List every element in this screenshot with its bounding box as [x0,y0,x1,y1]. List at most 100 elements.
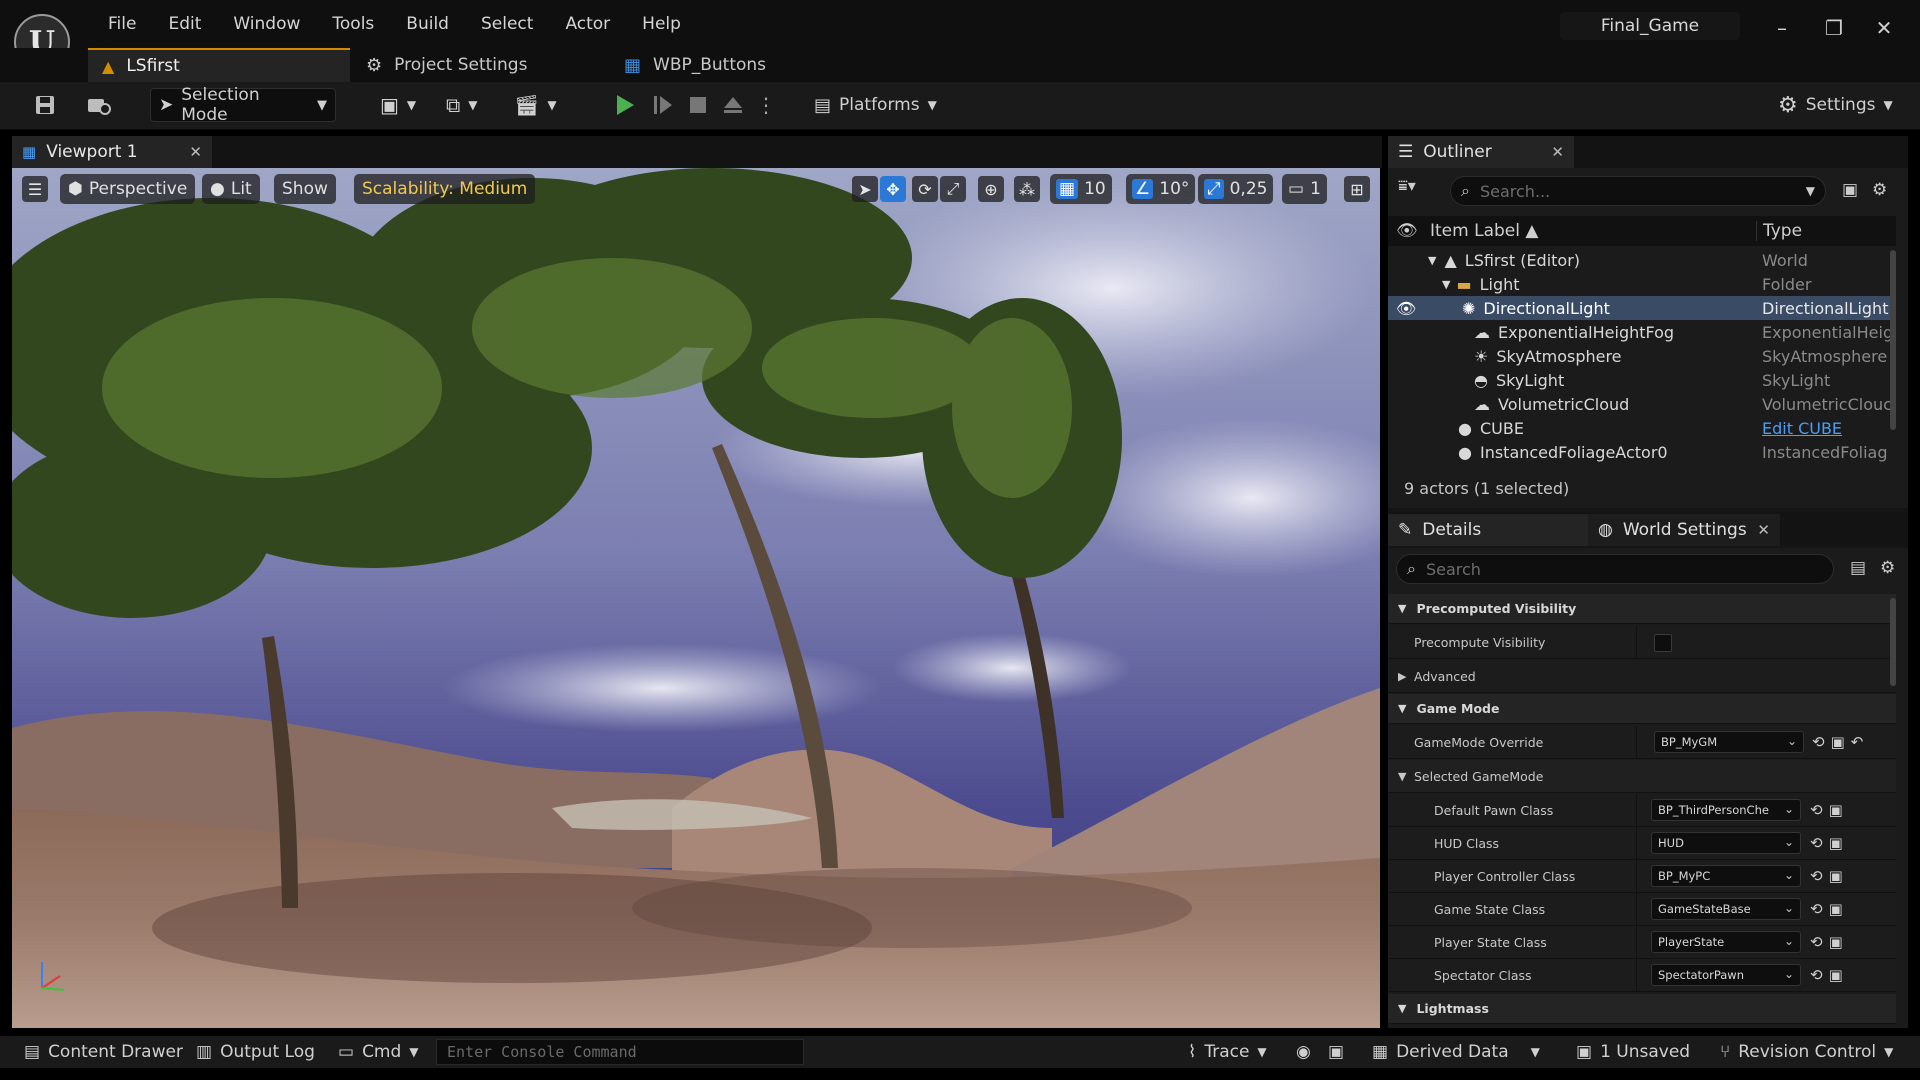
close-icon[interactable]: ✕ [1757,521,1770,539]
advance-frame-icon[interactable] [644,88,682,122]
gamemode-override-dropdown[interactable]: BP_MyGM ⌄ [1654,731,1804,753]
outliner-row-cube[interactable]: ● CUBE Edit CUBE [1388,416,1896,440]
chevron-down-icon[interactable]: ▼ [1428,254,1436,267]
visibility-icon[interactable]: 👁︎ [1396,221,1426,241]
browse-icon[interactable]: ▣ [1829,867,1843,885]
unsaved-button[interactable]: ▣ 1 Unsaved [1568,1038,1698,1066]
outliner-row-world[interactable]: ▼ ▲ LSfirst (Editor) World [1388,248,1896,272]
game-state-class-dropdown[interactable]: GameStateBase ⌄ [1651,898,1801,920]
close-window-icon[interactable]: ✕ [1866,14,1902,42]
prop-advanced[interactable]: ▶ Advanced [1388,660,1896,693]
outliner-row-folder[interactable]: ▼ ▬ Light Folder [1388,272,1896,296]
menu-select[interactable]: Select [465,12,549,36]
platforms-button[interactable]: ▤ Platforms ▼ [806,88,945,122]
menu-build[interactable]: Build [390,12,465,36]
section-lightmass[interactable]: ▼ Lightmass [1388,994,1896,1024]
chevron-down-icon[interactable]: ▼ [1442,278,1450,291]
reset-icon[interactable]: ↶ [1851,733,1864,751]
outliner-scrollbar[interactable] [1890,250,1896,430]
player-controller-class-dropdown[interactable]: BP_MyPC ⌄ [1651,865,1801,887]
use-selected-icon[interactable]: ⟲ [1810,867,1823,885]
use-selected-icon[interactable]: ⟲ [1810,933,1823,951]
browse-icon[interactable]: ▣ [1829,801,1843,819]
record-icon[interactable]: ◉ [1288,1038,1319,1066]
section-precomputed-visibility[interactable]: ▼ Precomputed Visibility [1388,594,1896,624]
translate-tool-icon[interactable]: ✥ [880,176,906,202]
settings-button[interactable]: ⚙ Settings ▼ [1770,88,1901,122]
layout-icon[interactable]: ⊞ [1344,176,1370,202]
table-view-icon[interactable]: ▤ [1850,558,1866,578]
restore-icon[interactable]: ❐ [1816,14,1852,42]
gear-icon[interactable]: ⚙ [1880,558,1895,578]
scale-snap-button[interactable]: ⤢ 0,25 [1198,174,1274,204]
rotate-tool-icon[interactable]: ⟳ [912,176,938,202]
selection-mode-dropdown[interactable]: ➤ Selection Mode ▼ [150,85,336,125]
spectator-class-dropdown[interactable]: SpectatorPawn ⌄ [1651,964,1801,986]
add-actor-button[interactable]: ▣ ▼ [372,88,424,122]
surface-snap-icon[interactable]: ⁂ [1014,176,1040,202]
menu-file[interactable]: File [92,12,152,36]
visibility-icon[interactable]: 👁︎ [1396,299,1416,318]
hud-class-dropdown[interactable]: HUD ⌄ [1651,832,1801,854]
menu-help[interactable]: Help [626,12,697,36]
menu-tools[interactable]: Tools [316,12,390,36]
console-command-input[interactable]: Enter Console Command [436,1039,804,1065]
revision-control-button[interactable]: ⑂ Revision Control ▼ [1712,1038,1901,1066]
world-space-icon[interactable]: ⊕ [978,176,1004,202]
derived-data-dropdown[interactable]: ▦ Derived Data ▼ [1364,1038,1548,1066]
use-selected-icon[interactable]: ⟲ [1810,900,1823,918]
section-game-mode[interactable]: ▼ Game Mode [1388,694,1896,724]
add-folder-icon[interactable]: ▣ [1842,180,1858,200]
browse-icon[interactable]: ▣ [1829,966,1843,984]
use-selected-icon[interactable]: ⟲ [1810,966,1823,984]
outliner-row-volumetric-cloud[interactable]: ☁ VolumetricCloud VolumetricClouc [1388,392,1896,416]
cinematics-button[interactable]: 🎬︎ ▼ [506,88,565,122]
close-icon[interactable]: ✕ [1551,143,1564,161]
lit-button[interactable]: ● Lit [202,174,260,204]
close-icon[interactable]: ✕ [189,143,202,161]
column-type[interactable]: Type [1756,221,1802,241]
output-log-button[interactable]: ▥ Output Log [188,1038,323,1066]
rotation-snap-button[interactable]: ∠ 10° [1126,174,1196,204]
tab-lsfirst[interactable]: ▲ LSfirst [88,48,350,82]
scalability-badge[interactable]: Scalability: Medium [354,174,536,204]
menu-edit[interactable]: Edit [152,12,217,36]
use-selected-icon[interactable]: ⟲ [1812,733,1825,751]
outliner-search-input[interactable]: ⌕ Search... ▼ [1450,176,1826,206]
tab-project-settings[interactable]: ⚙ Project Settings [352,48,602,82]
camera-speed-button[interactable]: ▭ 1 [1282,174,1327,204]
tab-outliner[interactable]: ☰ Outliner ✕ [1388,136,1574,168]
outliner-row-directional-light[interactable]: 👁︎ ✺ DirectionalLight DirectionalLight [1388,296,1896,320]
level-viewport[interactable] [12,168,1380,1028]
stop-icon[interactable] [680,88,716,122]
outliner-row-sky-atmosphere[interactable]: ☀ SkyAtmosphere SkyAtmosphere [1388,344,1896,368]
tab-details[interactable]: ✎ Details [1388,514,1588,546]
tab-viewport-1[interactable]: ▦ Viewport 1 ✕ [12,136,212,168]
show-button[interactable]: Show [274,174,336,204]
viewport-menu-icon[interactable]: ☰ [22,176,48,202]
edit-cube-link[interactable]: Edit CUBE [1762,419,1890,438]
use-selected-icon[interactable]: ⟲ [1810,834,1823,852]
trace-dropdown[interactable]: ⌇ Trace ▼ [1180,1038,1275,1066]
eject-icon[interactable] [714,88,752,122]
browse-icon[interactable]: ▣ [1829,900,1843,918]
column-item-label[interactable]: Item Label ▲ [1430,221,1538,241]
play-button[interactable] [606,88,644,122]
content-drawer-button[interactable]: ▤ Content Drawer [16,1038,191,1066]
details-search-input[interactable]: ⌕ Search [1396,554,1834,584]
gear-icon[interactable]: ⚙ [1872,180,1887,200]
precompute-visibility-checkbox[interactable] [1654,634,1672,652]
details-scrollbar[interactable] [1890,598,1896,686]
prop-selected-gamemode[interactable]: ▼ Selected GameMode [1388,760,1896,793]
minimize-icon[interactable]: – [1764,14,1800,42]
browse-icon[interactable]: ▣ [1831,733,1845,751]
filter-icon[interactable]: ⩸▾ [1398,176,1416,196]
outliner-row-foliage[interactable]: ● InstancedFoliageActor0 InstancedFoliag [1388,440,1896,464]
tab-wbp-buttons[interactable]: ▦ WBP_Buttons [610,48,850,82]
tab-world-settings[interactable]: ◍ World Settings ✕ [1588,514,1780,546]
screenshot-icon[interactable]: ▣ [1320,1038,1352,1066]
default-pawn-class-dropdown[interactable]: BP_ThirdPersonChe ⌄ [1651,799,1801,821]
more-options-icon[interactable]: ⋮ [748,88,784,122]
perspective-button[interactable]: ⬢ Perspective [60,174,196,204]
browse-icon[interactable]: ▣ [1829,933,1843,951]
